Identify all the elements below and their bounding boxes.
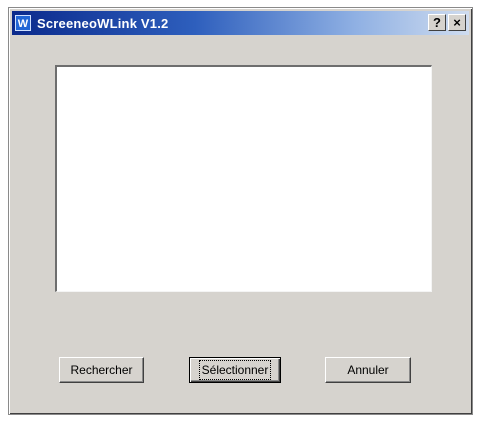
results-list[interactable]	[55, 65, 432, 292]
selectionner-button[interactable]: Sélectionner	[189, 357, 281, 383]
annuler-button-label: Annuler	[347, 363, 389, 377]
app-icon: W	[15, 15, 31, 31]
title-bar[interactable]: W ScreeneoWLink V1.2 ? ×	[12, 11, 469, 35]
window-title: ScreeneoWLink V1.2	[37, 15, 169, 31]
close-icon[interactable]: ×	[448, 14, 466, 31]
dialog-window: W ScreeneoWLink V1.2 ? × Rechercher Séle…	[8, 7, 473, 415]
title-bar-buttons: ? ×	[428, 14, 466, 31]
annuler-button[interactable]: Annuler	[325, 357, 411, 383]
rechercher-button-label: Rechercher	[70, 363, 133, 377]
help-icon[interactable]: ?	[428, 14, 446, 31]
rechercher-button[interactable]: Rechercher	[59, 357, 144, 383]
selectionner-button-label: Sélectionner	[198, 360, 272, 380]
